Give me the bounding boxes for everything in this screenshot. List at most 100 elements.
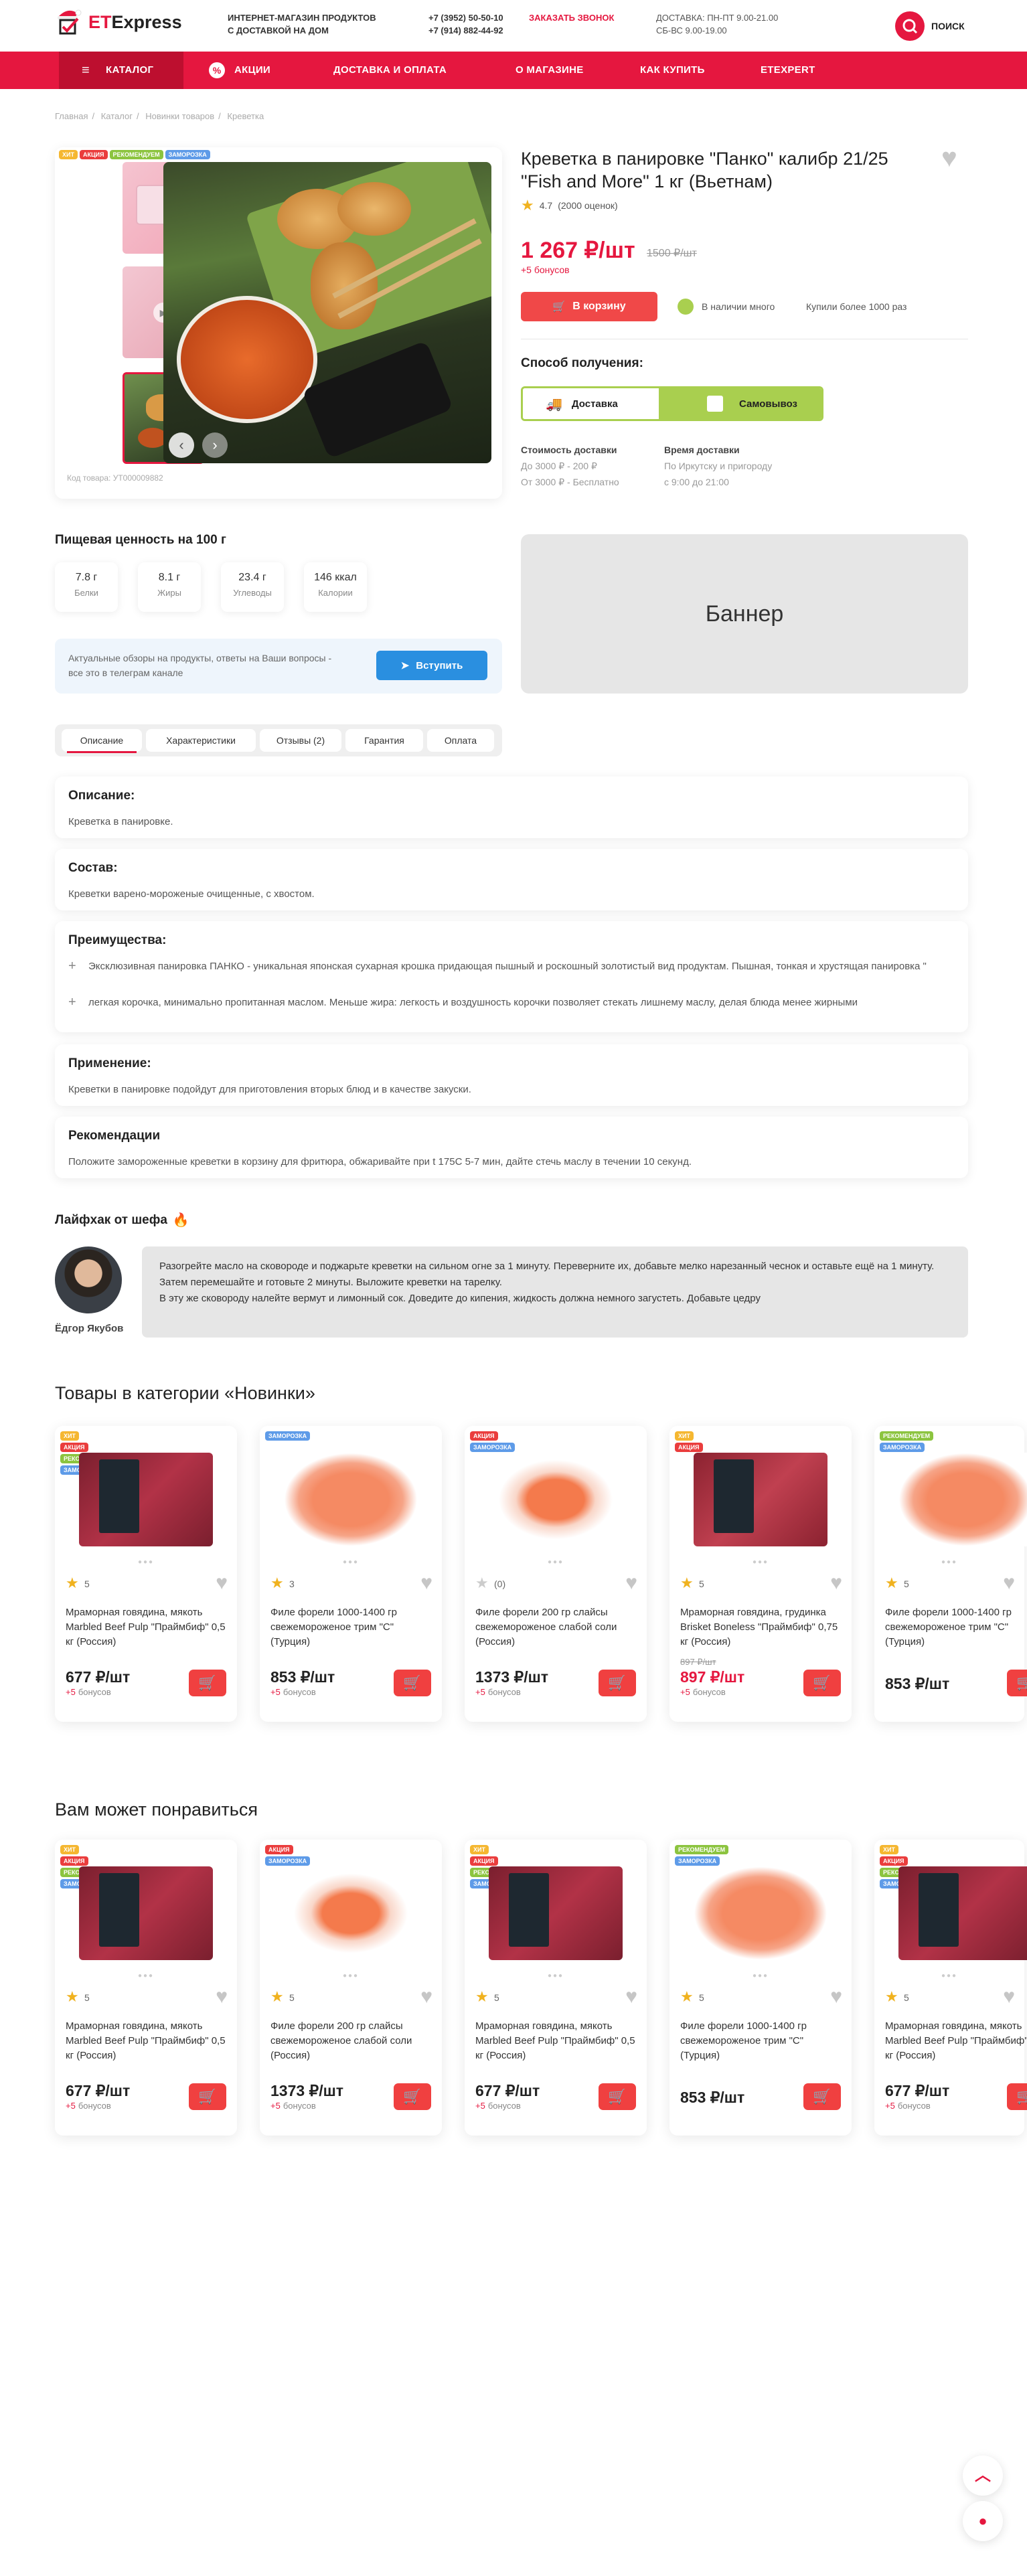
product-card[interactable]: рекомендуем заморозка ●●● ★ 5 ♥ Филе форели 10… <box>874 1426 1027 1722</box>
callback-link[interactable]: Заказать звонок <box>529 11 614 24</box>
product-image[interactable] <box>489 1866 623 1960</box>
add-to-cart-button[interactable]: 🛒 <box>189 2083 226 2110</box>
chat-icon[interactable]: ● <box>963 2501 1003 2541</box>
catalog-button[interactable]: ≡ Каталог <box>59 52 183 89</box>
tab-payment[interactable]: Оплата <box>427 729 494 752</box>
tab-description[interactable]: Описание <box>62 729 142 753</box>
nav-delivery[interactable]: Доставка и оплата <box>333 52 447 89</box>
product-name[interactable]: Филе форели 1000-1400 гр свежемороженое … <box>680 2019 841 2063</box>
add-to-cart-button[interactable]: 🛒 <box>803 1670 841 1696</box>
product-image[interactable] <box>694 1866 827 1960</box>
product-card[interactable]: акция заморозка ●●● ★ 5 ♥ Филе форели 200 гр с… <box>260 1840 442 2136</box>
add-to-cart-button[interactable]: 🛒 <box>189 1670 226 1696</box>
tab-reviews[interactable]: Отзывы (2) <box>260 729 341 752</box>
image-dots[interactable]: ●●● <box>465 1972 647 1980</box>
favorite-heart-icon[interactable]: ♥ <box>830 1986 842 2008</box>
nav-promo[interactable]: Акции <box>234 52 270 89</box>
favorite-heart-icon[interactable]: ♥ <box>625 1986 637 2008</box>
tag-promo: акция <box>79 150 108 159</box>
product-name[interactable]: Филе форели 1000-1400 гр свежемороженое … <box>270 1605 431 1649</box>
rating-value: 3 <box>289 1579 295 1589</box>
product-image[interactable] <box>284 1866 418 1960</box>
add-to-cart-button[interactable]: 🛒 В корзину <box>521 292 657 321</box>
add-to-cart-button[interactable]: 🛒 <box>599 2083 636 2110</box>
product-card[interactable]: хит акция ●●● ★ 5 ♥ Мраморная говядина, грудин… <box>669 1426 852 1722</box>
product-card[interactable]: заморозка ●●● ★ 3 ♥ Филе форели 1000-1400 гр … <box>260 1426 442 1722</box>
product-image[interactable] <box>79 1866 213 1960</box>
reviews-count[interactable]: (2000 оценок) <box>558 200 617 211</box>
phone-1[interactable]: +7 (3952) 50-50-10 <box>428 11 503 24</box>
tab-warranty[interactable]: Гарантия <box>345 729 423 752</box>
option-delivery[interactable]: 🚚 Доставка <box>523 388 659 419</box>
product-card[interactable]: акция заморозка ●●● ★ (0) ♥ Филе форели 200 гр… <box>465 1426 647 1722</box>
product-image[interactable] <box>284 1453 418 1546</box>
product-card[interactable]: рекомендуем заморозка ●●● ★ 5 ♥ Филе форели 10… <box>669 1840 852 2136</box>
logo[interactable]: ETExpress <box>55 7 182 37</box>
image-dots[interactable]: ●●● <box>55 1972 237 1980</box>
product-name[interactable]: Филе форели 1000-1400 гр свежемороженое … <box>885 1605 1027 1649</box>
add-to-cart-button[interactable]: 🛒 <box>394 2083 431 2110</box>
tab-characteristics[interactable]: Характеристики <box>146 729 256 752</box>
product-name[interactable]: Мраморная говядина, мякоть Marbled Beef … <box>66 2019 226 2063</box>
product-name[interactable]: Мраморная говядина, мякоть Marbled Beef … <box>66 1605 226 1649</box>
product-name[interactable]: Мраморная говядина, мякоть Marbled Beef … <box>885 2019 1027 2063</box>
nav-expert[interactable]: ETExpert <box>761 52 815 89</box>
product-tags: заморозка <box>265 1431 311 1441</box>
prev-arrow-icon[interactable]: ‹ <box>169 432 194 458</box>
add-to-cart-button[interactable]: 🛒 <box>1007 1670 1027 1696</box>
product-card[interactable]: хитакциярекомендуемзаморозка●●●★5♥Мрамор… <box>874 1840 1027 2136</box>
search-button[interactable]: Поиск <box>895 11 965 41</box>
rating-value: 5 <box>699 1579 704 1589</box>
rating-value: (0) <box>494 1579 506 1589</box>
favorite-heart-icon[interactable]: ♥ <box>216 1986 228 2008</box>
favorite-heart-icon[interactable]: ♥ <box>420 1986 432 2008</box>
add-to-cart-button[interactable]: 🛒 <box>394 1670 431 1696</box>
scroll-top-icon[interactable]: ︿ <box>963 2456 1003 2496</box>
image-dots[interactable]: ●●● <box>669 1972 852 1980</box>
product-card[interactable]: хитакциярекомендуемзаморозка●●●★5♥Мрамор… <box>55 1426 237 1722</box>
nav-about[interactable]: О магазине <box>516 52 584 89</box>
favorite-heart-icon[interactable]: ♥ <box>941 143 957 173</box>
stock-status: В наличии много <box>702 301 775 312</box>
product-card[interactable]: хитакциярекомендуемзаморозка●●●★5♥Мрамор… <box>55 1840 237 2136</box>
crumb[interactable]: Новинки товаров <box>145 111 214 121</box>
product-card[interactable]: хитакциярекомендуемзаморозка●●●★5♥Мрамор… <box>465 1840 647 2136</box>
section-title: Преимущества: <box>68 933 167 947</box>
add-to-cart-button[interactable]: 🛒 <box>1007 2083 1027 2110</box>
option-pickup[interactable]: Самовывоз <box>659 388 821 419</box>
image-dots[interactable]: ●●● <box>260 1972 442 1980</box>
crumb[interactable]: Главная <box>55 111 88 121</box>
favorite-heart-icon[interactable]: ♥ <box>1003 1986 1015 2008</box>
product-image[interactable] <box>898 1866 1027 1960</box>
next-arrow-icon[interactable]: › <box>202 432 228 458</box>
favorite-heart-icon[interactable]: ♥ <box>216 1572 228 1595</box>
product-image[interactable] <box>694 1453 827 1546</box>
product-name[interactable]: Мраморная говядина, мякоть Marbled Beef … <box>475 2019 636 2063</box>
favorite-heart-icon[interactable]: ♥ <box>625 1572 637 1595</box>
product-image[interactable] <box>898 1453 1027 1546</box>
banner[interactable]: Баннер <box>521 534 968 694</box>
telegram-join-button[interactable]: ➤ Вступить <box>376 651 487 680</box>
image-dots[interactable]: ●●● <box>465 1558 647 1566</box>
favorite-heart-icon[interactable]: ♥ <box>830 1572 842 1595</box>
star-icon: ★ <box>475 1575 489 1591</box>
image-dots[interactable]: ●●● <box>669 1558 852 1566</box>
image-dots[interactable]: ●●● <box>874 1972 1024 1980</box>
product-tags: хит акция <box>675 1431 703 1452</box>
image-dots[interactable]: ●●● <box>55 1558 237 1566</box>
phone-2[interactable]: +7 (914) 882-44-92 <box>428 24 503 37</box>
favorite-heart-icon[interactable]: ♥ <box>420 1572 432 1595</box>
product-name[interactable]: Филе форели 200 гр слайсы свежемороженое… <box>475 1605 636 1649</box>
image-dots[interactable]: ●●● <box>260 1558 442 1566</box>
image-dots[interactable]: ●●● <box>874 1558 1024 1566</box>
nav-howto[interactable]: Как купить <box>640 52 705 89</box>
crumb[interactable]: Каталог <box>101 111 133 121</box>
add-to-cart-button[interactable]: 🛒 <box>803 2083 841 2110</box>
section-title: Состав: <box>68 861 118 875</box>
product-image[interactable] <box>489 1453 623 1546</box>
product-name[interactable]: Филе форели 200 гр слайсы свежемороженое… <box>270 2019 431 2063</box>
add-to-cart-button[interactable]: 🛒 <box>599 1670 636 1696</box>
product-name[interactable]: Мраморная говядина, грудинка Brisket Bon… <box>680 1605 841 1649</box>
product-image[interactable] <box>79 1453 213 1546</box>
favorite-heart-icon[interactable]: ♥ <box>1003 1572 1015 1595</box>
